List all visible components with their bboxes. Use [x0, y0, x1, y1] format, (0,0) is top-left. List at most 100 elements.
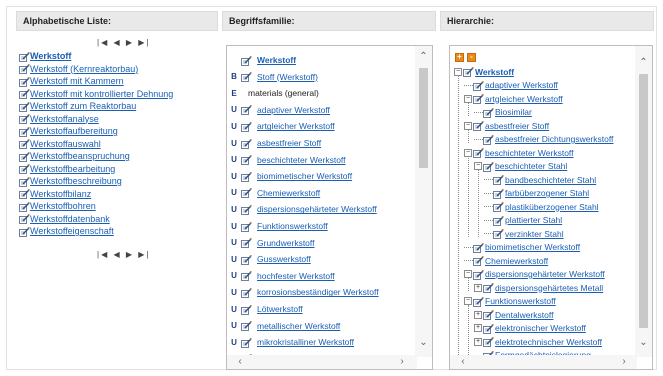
alpha-nav-bottom[interactable]: |◀ ◀ ▶ ▶|: [97, 250, 150, 259]
list-item[interactable]: Werkstoffbilanz: [19, 188, 219, 201]
term-link[interactable]: metallischer Werkstoff: [257, 321, 340, 331]
list-item[interactable]: Werkstoffbohren: [19, 200, 219, 213]
list-item[interactable]: Werkstoffbeschreibung: [19, 175, 219, 188]
family-item[interactable]: Ematerials (general): [227, 85, 319, 101]
term-link[interactable]: dispersionsgehärteter Werkstoff: [257, 204, 377, 214]
family-item[interactable]: Werkstoff: [227, 52, 296, 68]
term-link[interactable]: Funktionswerkstoff: [485, 296, 556, 306]
scroll-up-icon[interactable]: ⌃: [635, 56, 652, 70]
family-hscrollbar[interactable]: ‹ ›: [227, 355, 417, 369]
scroll-thumb[interactable]: [639, 74, 648, 328]
term-link[interactable]: adaptiver Werkstoff: [257, 105, 330, 115]
tree-node[interactable]: + elektronischer Werkstoff: [474, 322, 586, 335]
tree-node[interactable]: + Dentalwerkstoff: [474, 308, 553, 321]
term-link[interactable]: hochfester Werkstoff: [257, 271, 335, 281]
term-link[interactable]: adaptiver Werkstoff: [485, 80, 558, 90]
term-link[interactable]: Werkstoff zum Reaktorbau: [30, 100, 136, 113]
family-item[interactable]: U Gusswerkstoff: [227, 251, 311, 267]
family-item[interactable]: Ubeschichteter Werkstoff: [227, 152, 346, 168]
term-link[interactable]: biomimetischer Werkstoff: [257, 171, 352, 181]
term-link[interactable]: elektrotechnischer Werkstoff: [495, 337, 602, 347]
list-item[interactable]: Werkstoff zum Reaktorbau: [19, 100, 219, 113]
family-item[interactable]: Umikrokristalliner Werkstoff: [227, 334, 354, 350]
family-item[interactable]: Umetallischer Werkstoff: [227, 318, 340, 334]
list-item[interactable]: Werkstoff mit Kammern: [19, 75, 219, 88]
alpha-nav-top[interactable]: |◀ ◀ ▶ ▶|: [97, 38, 150, 47]
term-link[interactable]: Werkstoffbilanz: [30, 188, 91, 201]
term-link[interactable]: Stoff (Werkstoff): [257, 72, 318, 82]
list-item[interactable]: Werkstoffauswahl: [19, 138, 219, 151]
scroll-left-icon[interactable]: ‹: [233, 355, 247, 369]
family-item[interactable]: Uhochfester Werkstoff: [227, 268, 335, 284]
term-link[interactable]: biomimetischer Werkstoff: [485, 242, 580, 252]
term-link[interactable]: beschichteter Werkstoff: [257, 155, 346, 165]
list-item[interactable]: Werkstoffaufbereitung: [19, 125, 219, 138]
list-item[interactable]: Werkstoffanalyse: [19, 113, 219, 126]
tree-node[interactable]: Chemiewerkstoff: [464, 254, 548, 267]
term-link[interactable]: Werkstoffdatenbank: [30, 213, 110, 226]
family-vscrollbar[interactable]: ⌃ ⌄: [415, 46, 432, 357]
expand-icon[interactable]: +: [474, 283, 482, 292]
term-link[interactable]: artgleicher Werkstoff: [257, 121, 335, 131]
term-link[interactable]: farbüberzogener Stahl: [505, 188, 589, 198]
term-link[interactable]: Werkstoff: [30, 50, 71, 63]
term-link[interactable]: Gusswerkstoff: [257, 254, 311, 264]
scroll-right-icon[interactable]: ›: [617, 355, 631, 369]
tree-node[interactable]: − Werkstoff: [454, 65, 514, 78]
expand-icon[interactable]: +: [474, 324, 482, 332]
term-link[interactable]: bandbeschichteter Stahl: [505, 175, 596, 185]
term-link[interactable]: Werkstoffbohren: [30, 200, 96, 213]
family-item[interactable]: Ukorrosionsbeständiger Werkstoff: [227, 284, 379, 300]
term-link[interactable]: Werkstoffbearbeitung: [30, 163, 115, 176]
tree-hscrollbar[interactable]: ‹ ›: [450, 355, 637, 369]
family-item[interactable]: Uasbestfreier Stoff: [227, 135, 321, 151]
list-item[interactable]: Werkstoffeigenschaft: [19, 225, 219, 238]
tree-node[interactable]: − beschichteter Stahl: [474, 160, 567, 173]
term-link[interactable]: Funktionswerkstoff: [257, 221, 328, 231]
family-item[interactable]: Ubiomimetischer Werkstoff: [227, 168, 352, 184]
family-item[interactable]: Uadaptiver Werkstoff: [227, 102, 330, 118]
family-item[interactable]: B Stoff (Werkstoff): [227, 69, 318, 85]
term-link[interactable]: artgleicher Werkstoff: [485, 94, 563, 104]
list-item[interactable]: Werkstoff mit kontrollierter Dehnung: [19, 88, 219, 101]
term-link[interactable]: Chemiewerkstoff: [257, 188, 320, 198]
term-link[interactable]: Werkstoffbeanspruchung: [30, 150, 130, 163]
scroll-left-icon[interactable]: ‹: [456, 355, 470, 369]
expand-icon[interactable]: +: [474, 337, 482, 346]
tree-node[interactable]: Biosimilar: [474, 106, 532, 119]
tree-node[interactable]: − dispersionsgehärteter Werkstoff: [464, 268, 605, 281]
term-link[interactable]: beschichteter Werkstoff: [485, 148, 574, 158]
term-link[interactable]: asbestfreier Stoff: [485, 121, 549, 131]
term-link[interactable]: plattierter Stahl: [505, 215, 562, 225]
family-item[interactable]: U Grundwerkstoff: [227, 235, 314, 251]
family-item[interactable]: Udispersionsgehärteter Werkstoff: [227, 201, 377, 217]
scroll-right-icon[interactable]: ›: [395, 355, 409, 369]
family-item[interactable]: U Lötwerkstoff: [227, 301, 303, 317]
expand-all-button[interactable]: +: [455, 53, 464, 62]
term-link[interactable]: asbestfreier Dichtungswerkstoff: [495, 134, 613, 144]
tree-node[interactable]: − Funktionswerkstoff: [464, 295, 556, 308]
term-link[interactable]: Werkstoff mit Kammern: [30, 75, 124, 88]
term-link[interactable]: asbestfreier Stoff: [257, 138, 321, 148]
tree-node[interactable]: − artgleicher Werkstoff: [464, 92, 563, 105]
list-item[interactable]: Werkstoff: [19, 50, 219, 63]
term-link[interactable]: verzinkter Stahl: [505, 229, 564, 239]
tree-node[interactable]: verzinkter Stahl: [484, 227, 564, 240]
tree-node[interactable]: − asbestfreier Stoff: [464, 119, 549, 132]
term-link[interactable]: Grundwerkstoff: [257, 238, 314, 248]
term-link[interactable]: Werkstoff: [475, 67, 514, 77]
term-link[interactable]: Werkstoff (Kernreaktorbau): [30, 63, 138, 76]
family-item[interactable]: Uartgleicher Werkstoff: [227, 118, 335, 134]
tree-node[interactable]: − beschichteter Werkstoff: [464, 146, 574, 159]
tree-node[interactable]: farbüberzogener Stahl: [484, 187, 589, 200]
term-link[interactable]: Werkstoff: [257, 55, 296, 65]
tree-node[interactable]: + elektrotechnischer Werkstoff: [474, 335, 602, 348]
term-link[interactable]: Dentalwerkstoff: [495, 310, 553, 320]
term-link[interactable]: korrosionsbeständiger Werkstoff: [257, 287, 379, 297]
list-item[interactable]: Werkstoffdatenbank: [19, 213, 219, 226]
tree-vscrollbar[interactable]: ⌃ ⌄: [635, 46, 652, 357]
term-link[interactable]: Werkstoffaufbereitung: [30, 125, 118, 138]
term-link[interactable]: Werkstoffbeschreibung: [30, 175, 122, 188]
scroll-down-icon[interactable]: ⌄: [415, 336, 432, 350]
term-link[interactable]: Werkstoffanalyse: [30, 113, 99, 126]
